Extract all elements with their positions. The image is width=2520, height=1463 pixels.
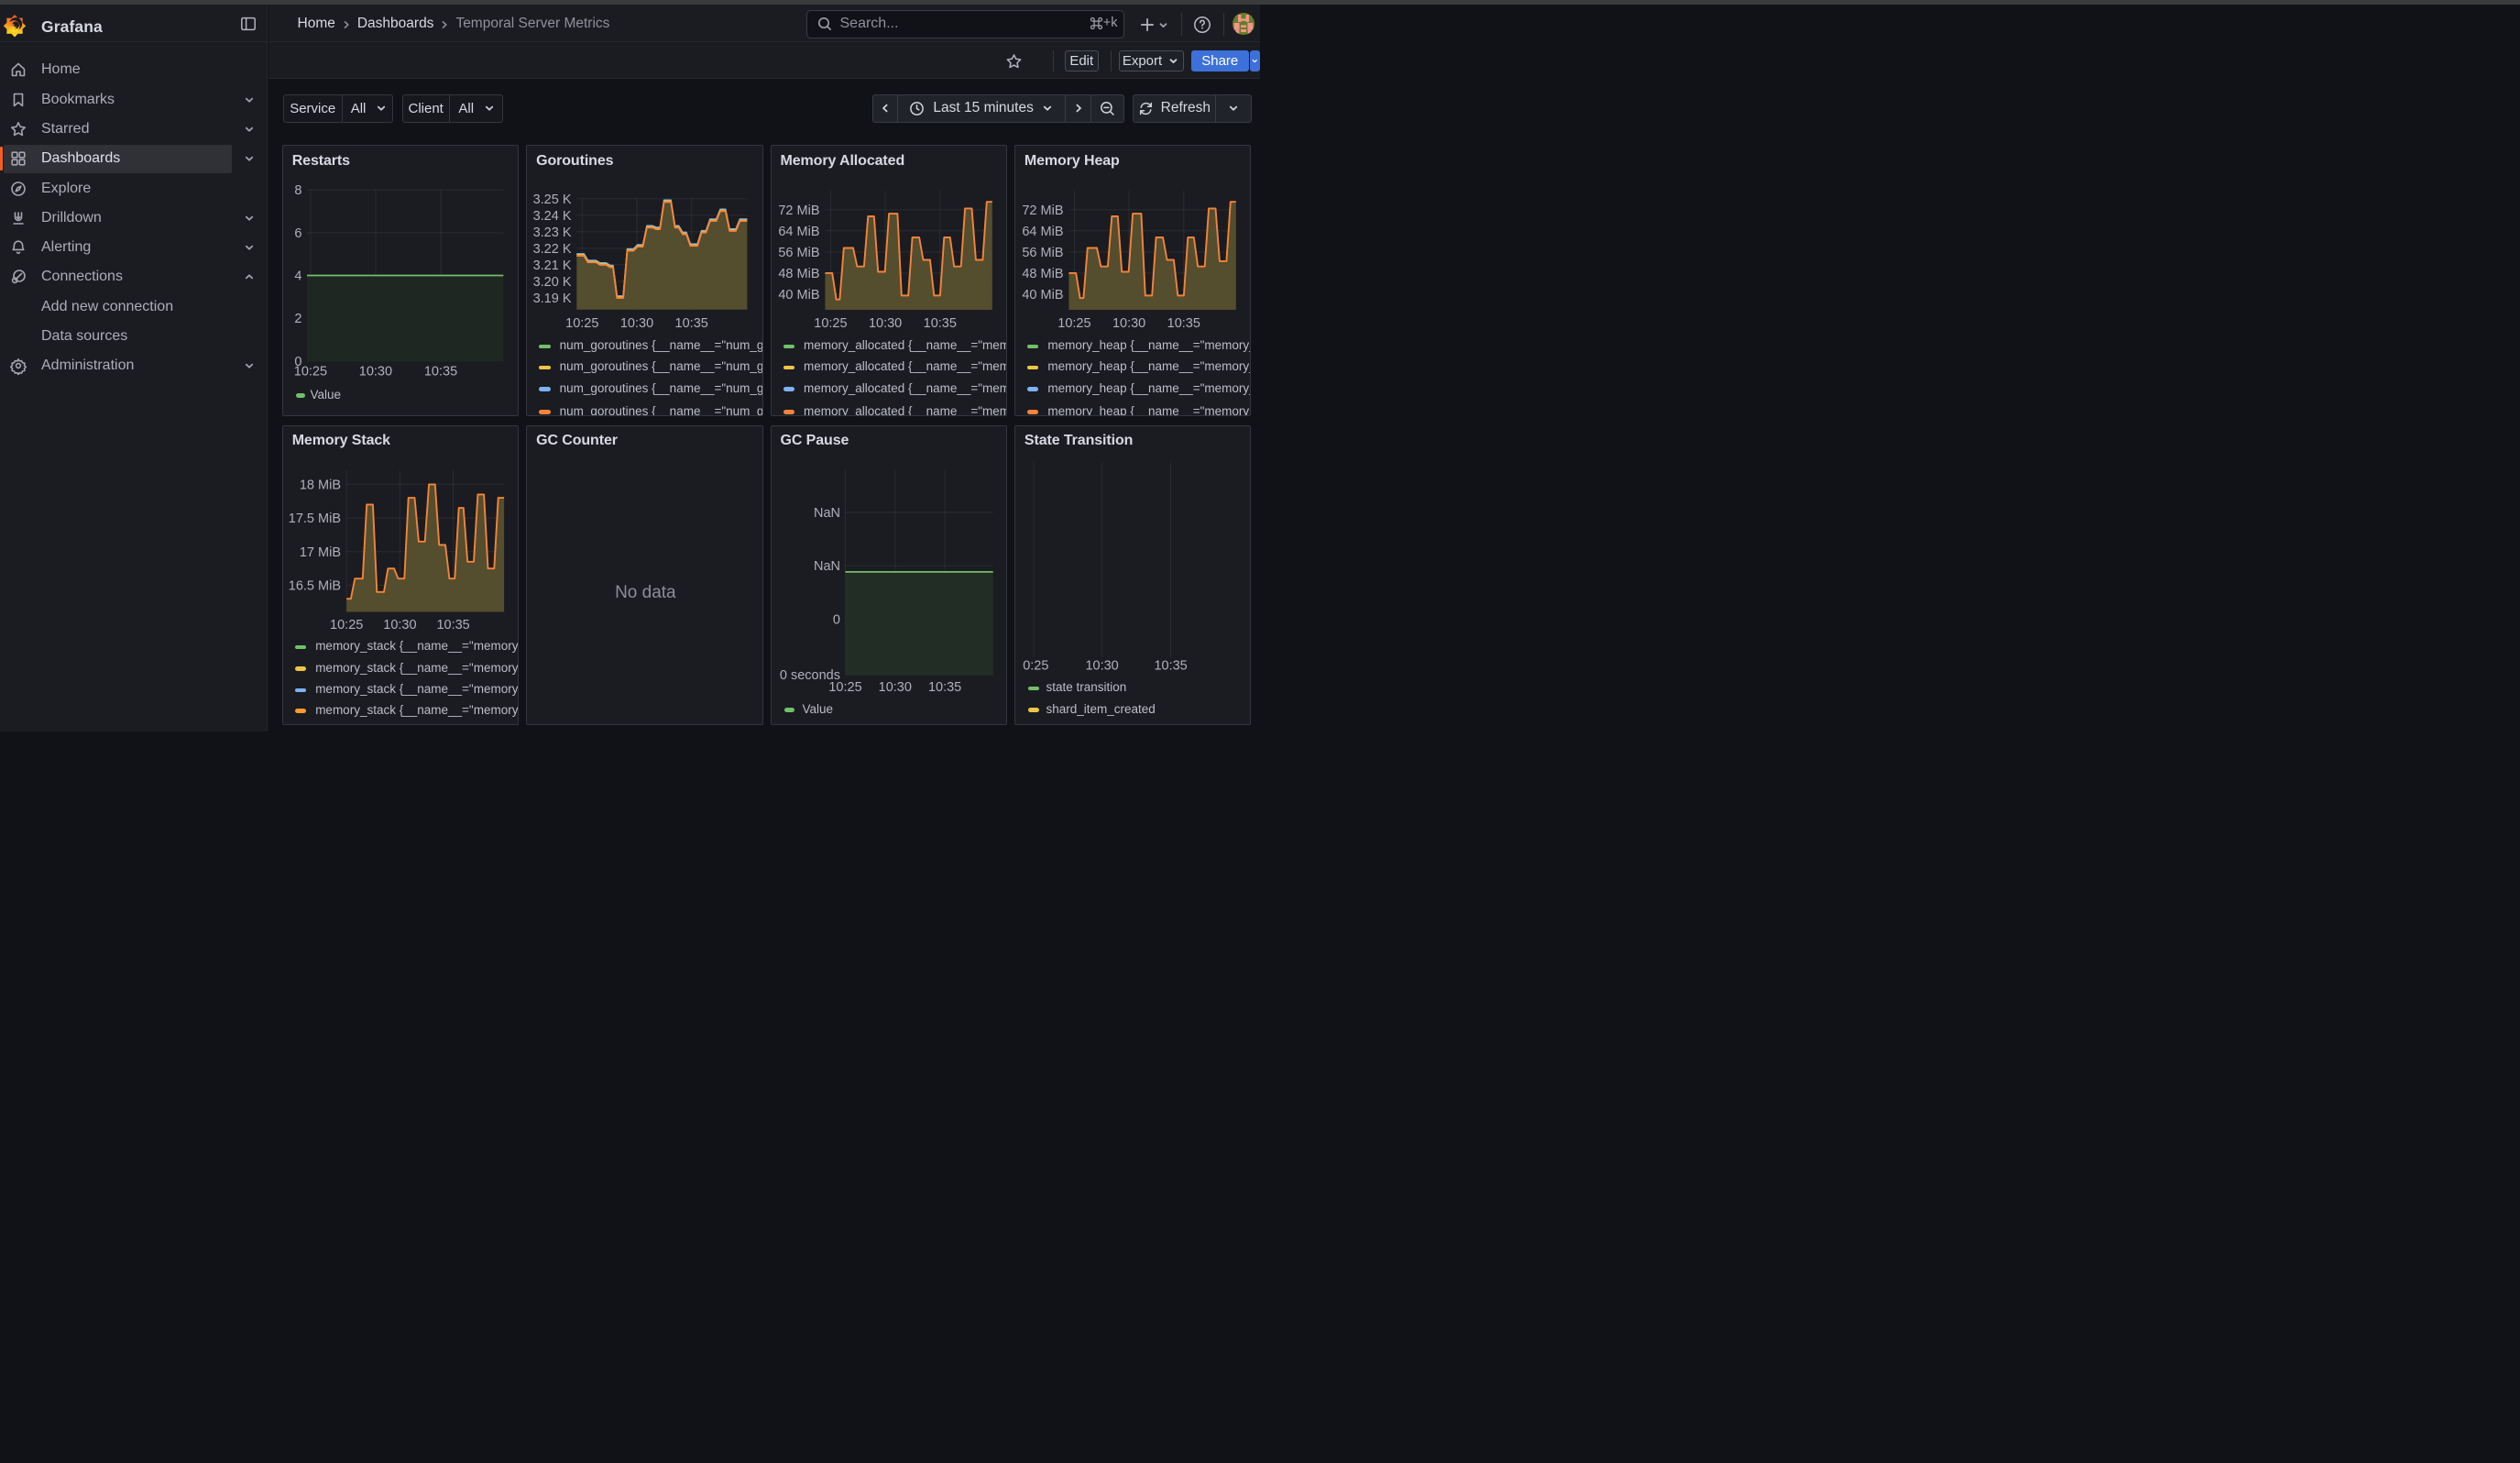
svg-text:10:30: 10:30 [358,365,391,380]
svg-text:56 MiB: 56 MiB [1022,246,1063,260]
svg-text:10:25: 10:25 [565,316,598,331]
svg-text:64 MiB: 64 MiB [778,225,819,239]
svg-text:40 MiB: 40 MiB [1022,288,1063,302]
svg-text:10:25: 10:25 [828,680,861,695]
svg-text:10:30: 10:30 [878,680,911,695]
svg-text:NaN: NaN [813,559,839,574]
svg-text:10:35: 10:35 [675,316,708,331]
svg-text:0: 0 [832,612,839,627]
svg-text:0:25: 0:25 [1023,658,1048,673]
svg-text:8: 8 [294,183,301,198]
svg-text:3.24 K: 3.24 K [533,209,572,224]
svg-text:40 MiB: 40 MiB [778,288,819,302]
svg-text:3.19 K: 3.19 K [533,292,572,306]
svg-text:10:25: 10:25 [330,618,363,632]
svg-text:3.22 K: 3.22 K [533,242,572,257]
svg-text:3.23 K: 3.23 K [533,226,572,240]
svg-text:48 MiB: 48 MiB [1022,267,1063,281]
svg-text:10:35: 10:35 [923,316,956,331]
svg-text:3.25 K: 3.25 K [533,192,572,207]
svg-text:10:35: 10:35 [424,365,457,380]
svg-text:10:25: 10:25 [293,365,326,380]
svg-text:16.5 MiB: 16.5 MiB [288,578,340,593]
svg-text:17 MiB: 17 MiB [300,544,341,559]
svg-text:10:30: 10:30 [620,316,653,331]
svg-text:NaN: NaN [813,506,839,521]
svg-text:10:35: 10:35 [1167,316,1200,331]
svg-text:10:30: 10:30 [383,618,416,632]
svg-text:10:25: 10:25 [1057,316,1090,331]
svg-text:3.21 K: 3.21 K [533,258,572,273]
svg-text:2: 2 [294,312,301,326]
svg-text:10:30: 10:30 [868,316,901,331]
svg-text:6: 6 [294,226,301,241]
svg-text:64 MiB: 64 MiB [1022,225,1063,239]
svg-text:10:35: 10:35 [436,618,469,632]
svg-text:3.20 K: 3.20 K [533,275,572,290]
svg-text:10:25: 10:25 [814,316,847,331]
svg-text:10:35: 10:35 [927,680,960,695]
svg-text:56 MiB: 56 MiB [778,246,819,260]
svg-text:72 MiB: 72 MiB [1022,204,1063,218]
svg-text:10:35: 10:35 [1154,658,1187,673]
svg-text:48 MiB: 48 MiB [778,267,819,281]
svg-text:4: 4 [294,270,301,284]
svg-text:18 MiB: 18 MiB [300,478,341,492]
svg-text:10:30: 10:30 [1085,658,1118,673]
svg-text:10:30: 10:30 [1112,316,1145,331]
svg-text:17.5 MiB: 17.5 MiB [288,512,340,526]
svg-text:72 MiB: 72 MiB [778,204,819,218]
